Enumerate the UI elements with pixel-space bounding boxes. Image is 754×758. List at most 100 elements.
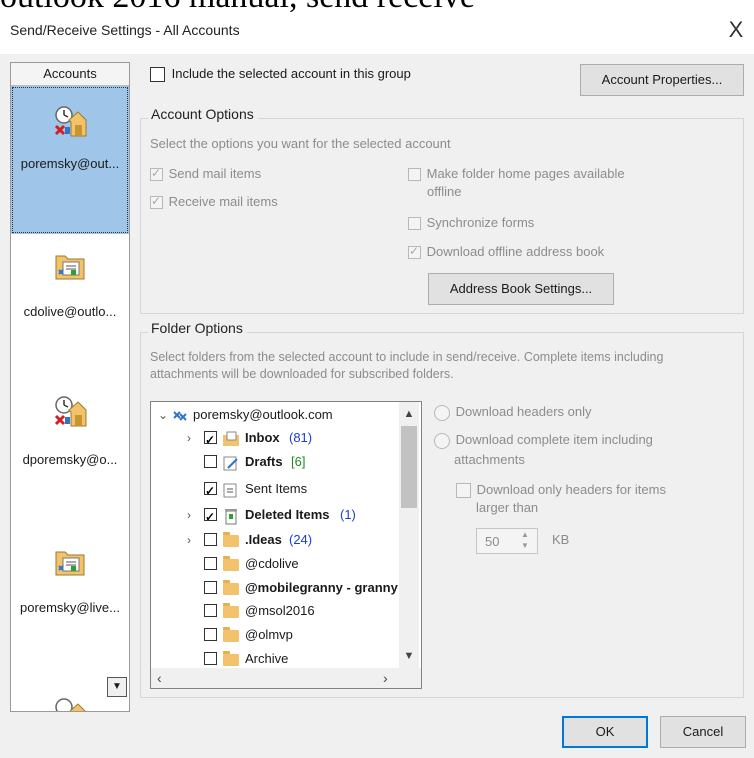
tree-item-name: Inbox [245,430,280,445]
expand-closed-icon[interactable]: › [183,529,195,551]
folder-home-pages-check[interactable] [408,168,421,182]
download-complete-radio[interactable]: Download complete item including [434,432,653,449]
folder-tree[interactable]: ⌄ poremsky@outlook.com › Inbox (81) Draf… [150,401,422,689]
folder-options-title: Folder Options [148,320,247,336]
expand-open-icon[interactable]: ⌄ [157,404,169,426]
account-item[interactable]: poremsky@live... [11,530,129,678]
include-account-checkbox[interactable]: Include the selected account in this gro… [150,66,411,83]
download-oab-check[interactable] [408,244,421,260]
close-button[interactable]: X [724,17,748,43]
tree-item-check[interactable] [204,480,217,502]
tree-item-name: .Ideas [245,532,282,547]
tree-item-name: @cdolive [245,556,299,571]
headers-larger-than-label: Download only headers for items [476,482,666,497]
spin-up-icon[interactable]: ▲ [521,530,529,539]
exchange-account-icon [55,698,86,711]
exchange-mailbox-icon [173,411,187,421]
scroll-down-icon[interactable]: ▼ [401,650,417,662]
tree-item-name: Archive [245,651,289,666]
expand-closed-icon[interactable]: › [183,427,195,449]
size-value: 50 [485,534,500,549]
account-properties-button[interactable]: Account Properties... [580,64,744,96]
tree-item[interactable]: @mobilegranny - granny [151,577,399,599]
tree-item-name: Drafts [245,454,283,469]
folder-options-description-line2: attachments will be downloaded for subsc… [150,367,454,381]
download-headers-radio-circle[interactable] [434,404,450,421]
tree-item-check[interactable] [204,652,217,665]
folder-home-pages-checkbox[interactable]: Make folder home pages available [408,166,625,182]
exchange-account-icon [54,396,87,427]
download-complete-label-line2: attachments [454,452,525,467]
address-book-settings-button[interactable]: Address Book Settings... [428,273,614,305]
scroll-up-icon[interactable]: ▲ [401,408,417,420]
include-account-label: Include the selected account in this gro… [171,66,411,81]
tree-item-count: (81) [289,430,313,445]
accounts-column-header: Accounts [11,63,129,86]
folder-icon [223,580,239,595]
trash-icon [225,509,237,525]
download-headers-label: Download headers only [455,404,592,419]
receive-mail-label: Receive mail items [168,194,278,209]
scroll-down-button[interactable]: ▼ [107,677,127,697]
ok-button[interactable]: OK [562,716,648,748]
tree-item-name: Sent Items [245,481,308,496]
tree-item-count: [6] [291,454,306,469]
accounts-list[interactable]: Accounts poremsky@out... cdolive@outlo..… [10,62,130,712]
vertical-scrollbar[interactable]: ▲ ▼ [399,402,419,668]
headers-larger-than-check[interactable] [456,483,471,499]
folder-icon [223,532,239,547]
synchronize-forms-checkbox[interactable]: Synchronize forms [408,215,535,231]
account-options-description: Select the options you want for the sele… [150,136,451,151]
folder-icon [223,603,239,618]
tree-item-check[interactable] [204,628,217,641]
size-spinner[interactable]: 50 ▲ ▼ [476,528,538,554]
send-mail-label: Send mail items [168,166,262,181]
tree-item-check[interactable] [204,604,217,617]
tree-item-check[interactable] [204,533,217,546]
folder-home-pages-label-line2: offline [427,184,462,199]
vertical-scroll-thumb[interactable] [401,426,417,508]
synchronize-forms-check[interactable] [408,217,421,231]
account-item[interactable]: cdolive@outlo... [11,234,129,382]
folder-options-description: Select folders from the selected account… [150,350,664,364]
download-complete-radio-circle[interactable] [434,432,450,449]
spin-down-icon[interactable]: ▼ [521,541,529,550]
account-label: poremsky@live... [20,600,120,615]
download-oab-label: Download offline address book [426,244,605,259]
horizontal-scrollbar[interactable]: ‹ › [151,668,401,688]
account-item[interactable]: poremsky@out... [11,86,129,234]
scroll-left-icon[interactable]: ‹ [157,670,162,686]
include-account-check[interactable] [150,67,165,83]
tree-item-check[interactable] [204,557,217,570]
scrollbar-corner [401,668,421,688]
folder-icon [223,556,239,571]
account-options-title: Account Options [148,106,258,122]
tree-item-check[interactable] [204,455,217,468]
size-unit: KB [552,532,570,547]
tree-item-name: @olmvp [245,627,293,642]
tree-item-count: (24) [289,532,313,547]
tree-item-name: @mobilegranny - granny [245,580,398,595]
pst-account-icon [55,551,85,576]
send-mail-checkbox[interactable]: Send mail items [150,166,262,182]
tree-item-check[interactable] [204,581,217,594]
inbox-icon [223,431,239,446]
cancel-button[interactable]: Cancel [660,716,746,748]
receive-mail-checkbox[interactable]: Receive mail items [150,194,278,210]
send-mail-check[interactable] [150,166,163,182]
download-headers-radio[interactable]: Download headers only [434,404,592,421]
receive-mail-check[interactable] [150,194,163,210]
expand-closed-icon[interactable]: › [183,504,195,526]
account-label: poremsky@out... [20,156,120,171]
headers-larger-than-checkbox[interactable]: Download only headers for items [456,482,666,499]
folder-icon [223,651,239,666]
tree-item-check[interactable] [204,429,217,451]
account-label: dporemsky@o... [22,452,118,467]
account-item[interactable]: dporemsky@o... [11,382,129,530]
tree-item-check[interactable] [204,506,217,528]
scroll-right-icon[interactable]: › [383,670,388,686]
synchronize-forms-label: Synchronize forms [426,215,535,230]
download-complete-label: Download complete item including [455,432,653,447]
folder-icon [223,627,239,642]
download-oab-checkbox[interactable]: Download offline address book [408,244,605,260]
